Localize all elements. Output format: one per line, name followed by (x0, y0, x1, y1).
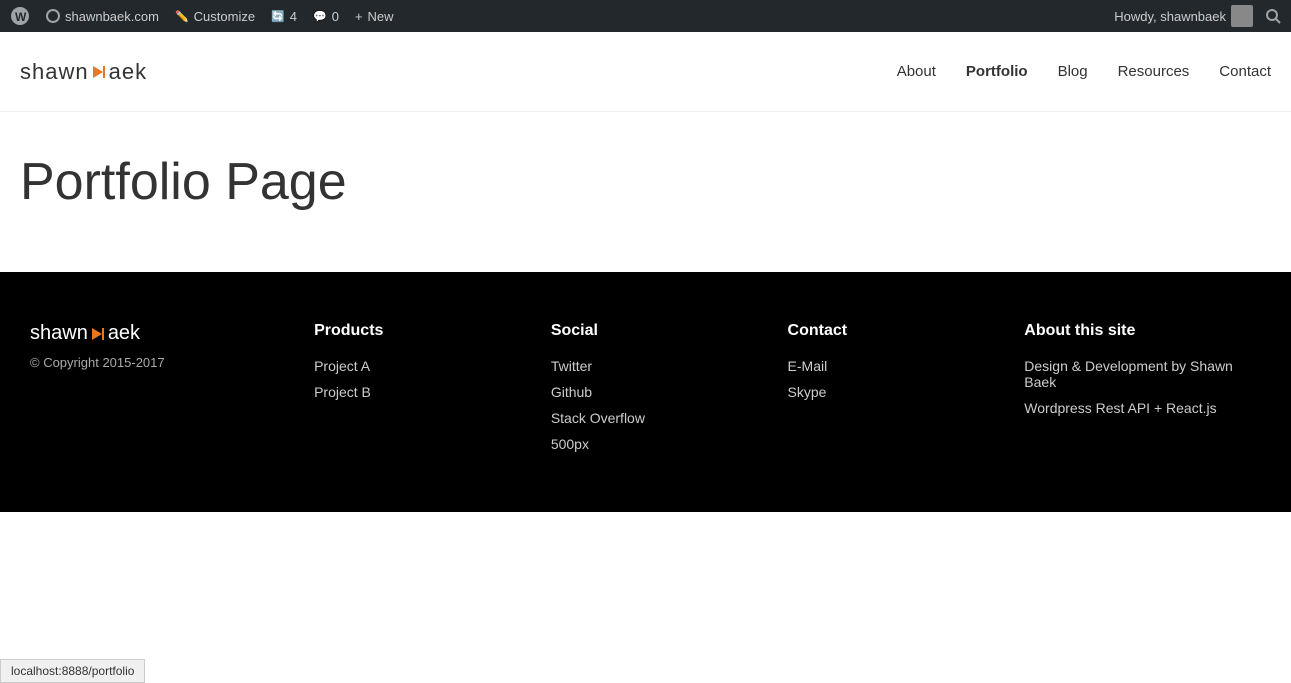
admin-bar-right: Howdy, shawnbaek (1114, 5, 1281, 27)
footer-about-design[interactable]: Design & Development by Shawn Baek (1024, 358, 1261, 390)
footer-logo-col: shawn aek © Copyright 2015-2017 (30, 322, 314, 462)
footer-contact-skype[interactable]: Skype (788, 384, 1025, 400)
footer-copyright: © Copyright 2015-2017 (30, 355, 314, 370)
footer-contact-title: Contact (788, 322, 1025, 340)
footer-social-twitter[interactable]: Twitter (551, 358, 788, 374)
comments-link[interactable]: 💬 0 (313, 9, 339, 24)
footer-logo-text-left: shawn (30, 322, 88, 345)
footer-social-col: Social Twitter Github Stack Overflow 500… (551, 322, 788, 462)
nav-contact[interactable]: Contact (1219, 63, 1271, 80)
footer-about-title: About this site (1024, 322, 1261, 340)
footer-social-title: Social (551, 322, 788, 340)
site-name[interactable]: shawnbaek.com (46, 9, 159, 24)
page-title: Portfolio Page (20, 152, 1271, 212)
nav-blog[interactable]: Blog (1058, 63, 1088, 80)
logo-text-left: shawn (20, 59, 89, 85)
footer-social-500px[interactable]: 500px (551, 436, 788, 452)
nav-portfolio[interactable]: Portfolio (966, 63, 1028, 80)
site-nav: About Portfolio Blog Resources Contact (897, 63, 1271, 80)
new-link[interactable]: + New (355, 9, 394, 24)
footer-contact-email[interactable]: E-Mail (788, 358, 1025, 374)
search-button[interactable] (1265, 8, 1281, 24)
footer-products-title: Products (314, 322, 551, 340)
site-footer: shawn aek © Copyright 2015-2017 Products… (0, 272, 1291, 512)
logo-text-right: aek (109, 59, 147, 85)
footer-product-a[interactable]: Project A (314, 358, 551, 374)
footer-product-b[interactable]: Project B (314, 384, 551, 400)
footer-about-wp[interactable]: Wordpress Rest API + React.js (1024, 400, 1261, 416)
footer-about-col: About this site Design & Development by … (1024, 322, 1261, 462)
footer-products-col: Products Project A Project B (314, 322, 551, 462)
nav-resources[interactable]: Resources (1118, 63, 1190, 80)
footer-contact-col: Contact E-Mail Skype (788, 322, 1025, 462)
status-url: localhost:8888/portfolio (11, 664, 134, 678)
status-bar: localhost:8888/portfolio (0, 659, 145, 683)
footer-logo-arrow-icon (88, 324, 108, 344)
customize-link[interactable]: ✏️ Customize (175, 9, 255, 24)
revisions-link[interactable]: 🔄 4 (271, 9, 297, 24)
admin-bar: W shawnbaek.com ✏️ Customize 🔄 4 💬 0 + N… (0, 0, 1291, 32)
footer-logo-text-right: aek (108, 322, 140, 345)
footer-social-github[interactable]: Github (551, 384, 788, 400)
page-content: Portfolio Page (0, 112, 1291, 272)
site-header: shawn aek About Portfolio Blog Resources… (0, 32, 1291, 112)
footer-logo: shawn aek (30, 322, 314, 345)
svg-text:W: W (15, 10, 27, 24)
site-logo[interactable]: shawn aek (20, 59, 147, 85)
logo-arrow-icon (89, 62, 109, 82)
footer-social-stackoverflow[interactable]: Stack Overflow (551, 410, 788, 426)
wp-logo[interactable]: W (10, 6, 30, 26)
howdy-label[interactable]: Howdy, shawnbaek (1114, 5, 1253, 27)
footer-inner: shawn aek © Copyright 2015-2017 Products… (30, 322, 1261, 462)
nav-about[interactable]: About (897, 63, 936, 80)
